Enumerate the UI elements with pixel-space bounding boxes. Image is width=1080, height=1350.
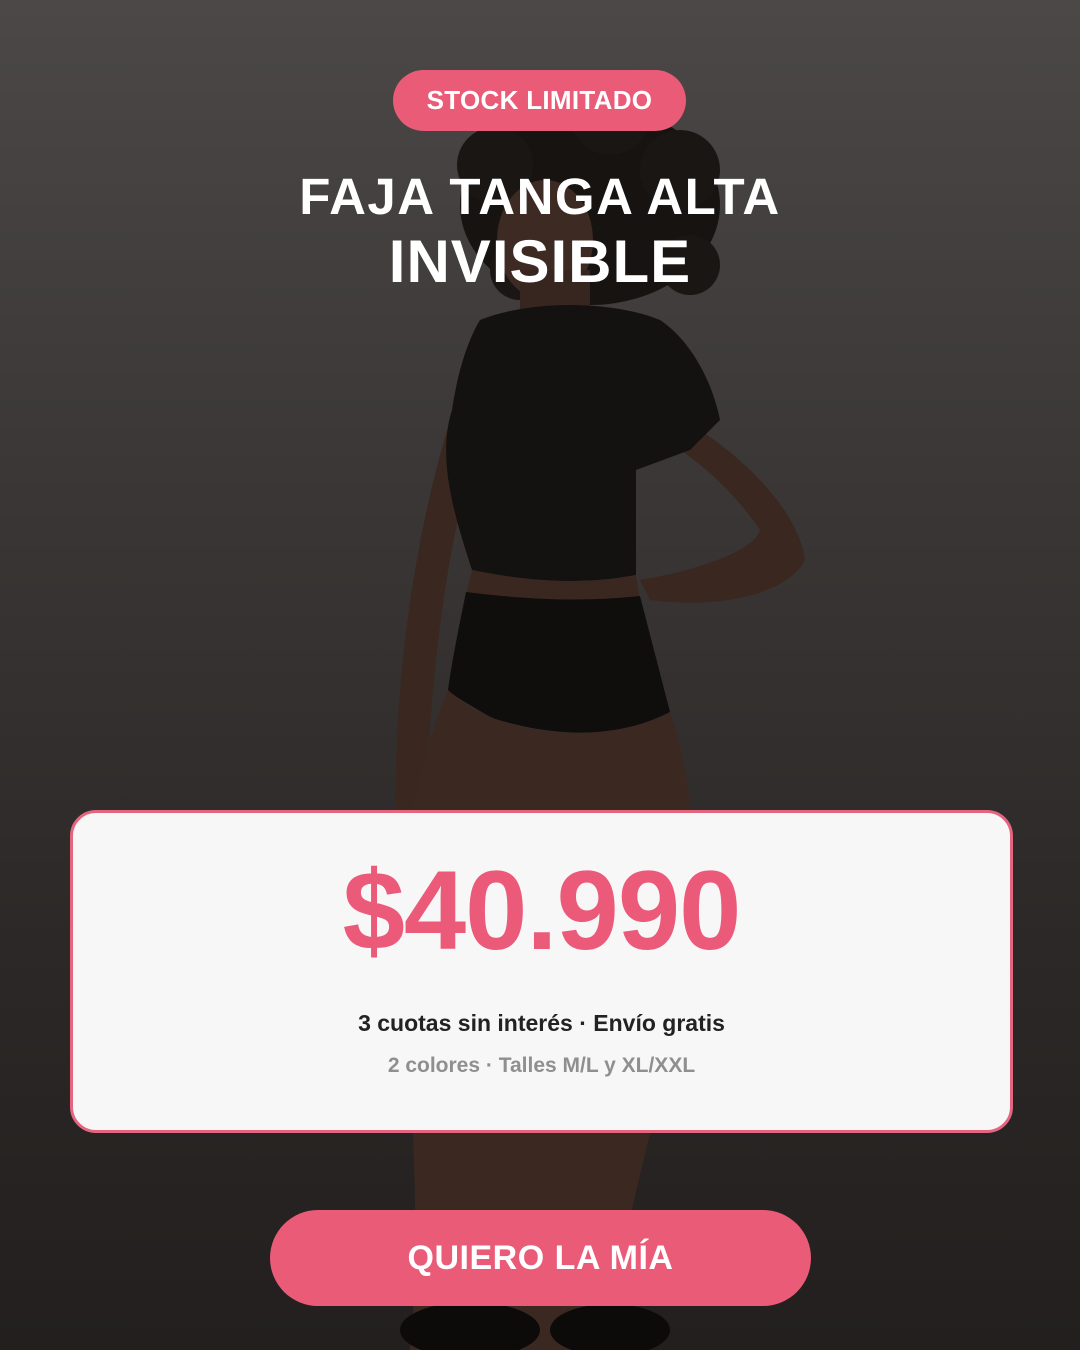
buy-now-button[interactable]: QUIERO LA MÍA <box>270 1210 811 1306</box>
headline-line-1: FAJA TANGA ALTA <box>299 168 781 225</box>
headline-line-2: INVISIBLE <box>388 228 692 295</box>
ad-canvas: STOCK LIMITADO FAJA TANGA ALTA INVISIBLE… <box>0 0 1080 1350</box>
payment-terms: 3 cuotas sin interés · Envío gratis <box>358 1010 725 1036</box>
price-card: $40.990 3 cuotas sin interés · Envío gra… <box>70 810 1013 1133</box>
product-details: 2 colores · Talles M/L y XL/XXL <box>387 1054 696 1077</box>
price: $40.990 <box>342 848 742 973</box>
limited-stock-badge: STOCK LIMITADO <box>393 70 686 131</box>
